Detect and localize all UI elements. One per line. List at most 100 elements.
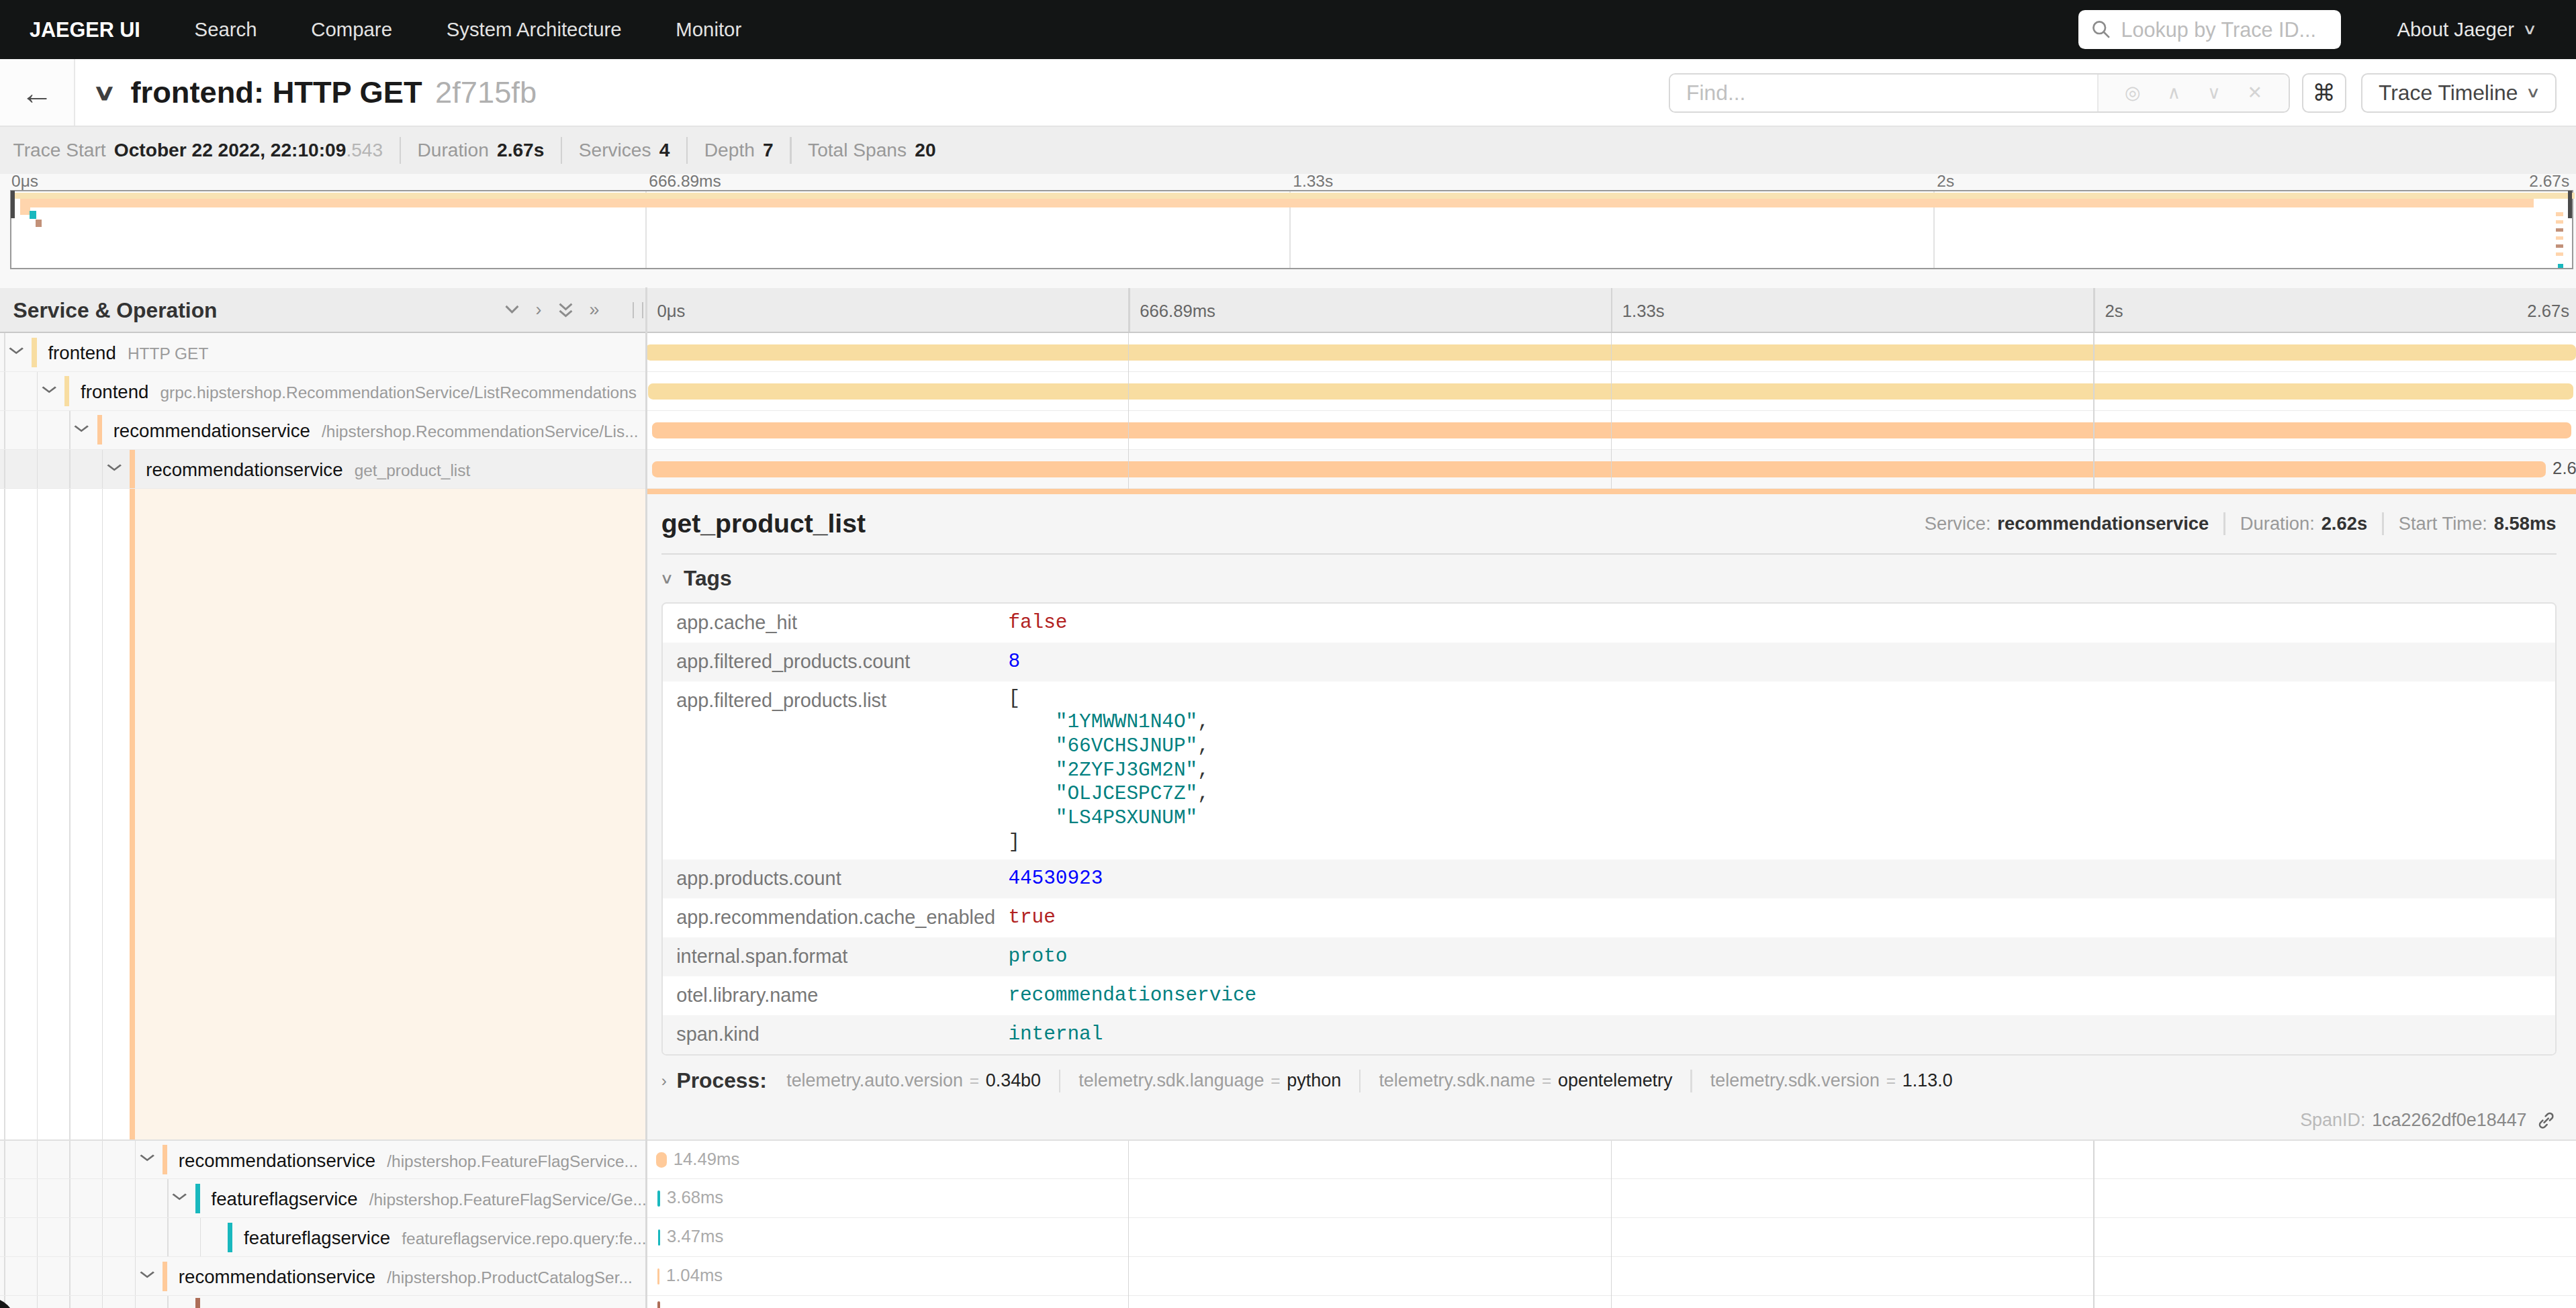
process-section-toggle[interactable]: ›Process:telemetry.auto.version=0.34b0te… [661, 1068, 2557, 1093]
span-row-5[interactable]: 3.68ms featureflagservice/hipstershop.Fea… [0, 1179, 2576, 1218]
collapse-all-icon[interactable] [557, 300, 575, 320]
tag-row-app.cache_hit[interactable]: app.cache_hitfalse [663, 604, 2555, 643]
search-icon [2091, 19, 2111, 39]
minimap-left-scrubber[interactable] [11, 191, 15, 219]
span-row-6[interactable]: 3.47msfeatureflagservicefeatureflagservi… [0, 1218, 2576, 1257]
span-toggle-icon[interactable] [137, 1150, 158, 1166]
back-arrow-icon: ← [21, 74, 54, 111]
span-operation-name: featureflagservice.repo.query:fe... [402, 1229, 645, 1248]
span-row-3[interactable]: 2.62srecommendationserviceget_product_li… [0, 450, 2576, 489]
timeline-tick-label: 2.67s [2527, 288, 2569, 335]
span-name-cell[interactable]: recommendationservice/hipstershop.Produc… [0, 1257, 645, 1295]
span-service-name: recommendationservice [146, 450, 342, 488]
span-row-4[interactable]: 14.49msrecommendationservice/hipstershop… [0, 1141, 2576, 1180]
find-group: Find... ◎ ∧ ∨ ✕ [1669, 73, 2291, 113]
find-input[interactable]: Find... [1670, 75, 2097, 111]
about-jaeger-menu[interactable]: About Jaeger ∨ [2397, 18, 2534, 41]
span-color-strip [195, 1298, 200, 1308]
minimap-right-scrubber[interactable] [2568, 191, 2572, 219]
minimap-span-bar [20, 207, 30, 215]
span-detail-card: get_product_list Service:recommendations… [645, 489, 2576, 1139]
span-operation-name: /hipstershop.ProductCatalogSer... [387, 1268, 633, 1287]
tag-row-internal.span.format[interactable]: internal.span.formatproto [663, 937, 2555, 976]
tag-key: app.recommendation.cache_enabled [663, 898, 1009, 937]
span-row-8[interactable] [0, 1296, 2576, 1308]
expand-one-icon[interactable]: › [536, 299, 542, 320]
trace-minimap[interactable]: 0μs666.89ms1.33s2s2.67s [0, 174, 2576, 288]
span-color-strip [163, 1262, 167, 1291]
tag-row-app.filtered_products.count[interactable]: app.filtered_products.count8 [663, 643, 2555, 682]
span-name-cell[interactable]: recommendationserviceget_product_list [0, 450, 645, 488]
span-duration-bar[interactable] [657, 1190, 660, 1207]
prev-result-icon[interactable]: ∧ [2167, 82, 2180, 103]
app-logo[interactable]: JAEGER UI [30, 18, 140, 42]
column-resizer[interactable] [633, 302, 643, 318]
span-name-cell[interactable]: frontendHTTP GET [0, 333, 645, 371]
focus-icon[interactable]: ◎ [2125, 82, 2140, 103]
span-toggle-icon[interactable] [71, 421, 92, 436]
trace-depth: Depth7 [704, 140, 774, 161]
copy-link-icon[interactable] [2536, 1111, 2556, 1130]
span-duration-bar[interactable] [652, 461, 2546, 477]
tag-value: recommendationservice [1008, 976, 1256, 1015]
span-duration-label: 1.04ms [666, 1257, 723, 1295]
tag-key: span.kind [663, 1015, 1009, 1054]
next-result-icon[interactable]: ∨ [2207, 82, 2221, 103]
span-operation-name: /hipstershop.FeatureFlagService... [387, 1152, 638, 1171]
span-operation-name: grpc.hipstershop.RecommendationService/L… [160, 383, 637, 402]
span-operation-name: HTTP GET [128, 344, 208, 363]
span-row-2[interactable]: recommendationservice/hipstershop.Recomm… [0, 411, 2576, 450]
span-toggle-icon[interactable] [169, 1189, 190, 1205]
minimap-span-bar [15, 193, 2574, 199]
span-name-cell[interactable]: featureflagservice/hipstershop.FeatureFl… [0, 1179, 645, 1217]
trace-id-short: 2f715fb [435, 75, 537, 109]
tag-row-otel.library.name[interactable]: otel.library.namerecommendationservice [663, 976, 2555, 1015]
trace-lookup-input[interactable]: Lookup by Trace ID... [2078, 10, 2341, 50]
nav-item-compare[interactable]: Compare [311, 18, 392, 41]
span-toggle-icon[interactable] [39, 382, 60, 398]
span-name-cell[interactable]: frontendgrpc.hipstershop.RecommendationS… [0, 372, 645, 410]
trace-title-bar: ← ∨ frontend: HTTP GET2f715fb Find... ◎ … [0, 59, 2576, 127]
span-name-cell[interactable]: recommendationservice/hipstershop.Recomm… [0, 411, 645, 449]
span-toggle-icon[interactable] [137, 1267, 158, 1282]
span-duration-bar[interactable] [657, 1268, 659, 1284]
nav-item-search[interactable]: Search [195, 18, 257, 41]
span-row-1[interactable]: frontendgrpc.hipstershop.RecommendationS… [0, 372, 2576, 411]
tag-row-span.kind[interactable]: span.kindinternal [663, 1015, 2555, 1054]
expand-all-icon[interactable]: » [589, 299, 599, 320]
tag-row-app.products.count[interactable]: app.products.count44530923 [663, 859, 2555, 898]
span-name-cell[interactable] [0, 1296, 645, 1308]
span-duration-bar[interactable] [656, 1152, 667, 1168]
keyboard-shortcuts-button[interactable]: ⌘ [2302, 73, 2346, 113]
nav-item-monitor[interactable]: Monitor [676, 18, 741, 41]
span-toggle-icon[interactable] [104, 459, 125, 475]
nav-item-system-architecture[interactable]: System Architecture [447, 18, 622, 41]
command-icon: ⌘ [2312, 79, 2335, 106]
tags-section-toggle[interactable]: ∨Tags [661, 566, 2557, 591]
trace-total-spans: Total Spans20 [808, 140, 936, 161]
collapse-one-icon[interactable] [503, 301, 521, 319]
about-jaeger-label: About Jaeger [2397, 18, 2514, 41]
span-duration-label: 3.68ms [667, 1179, 723, 1217]
span-row-0[interactable]: frontendHTTP GET [0, 333, 2576, 372]
chevron-down-icon: ∨ [659, 570, 674, 588]
timeline-tick-label: 0μs [657, 288, 686, 335]
span-duration-bar[interactable] [657, 1301, 660, 1308]
span-name-cell[interactable]: recommendationservice/hipstershop.Featur… [0, 1141, 645, 1179]
span-toggle-icon[interactable] [6, 343, 27, 359]
view-selector-button[interactable]: Trace Timeline ∨ [2361, 73, 2557, 113]
span-name-cell[interactable]: featureflagservicefeatureflagservice.rep… [0, 1218, 645, 1256]
span-operation-name: /hipstershop.RecommendationService/Lis..… [322, 422, 639, 441]
tag-value: 8 [1008, 643, 1020, 682]
span-row-7[interactable]: 1.04ms recommendationservice/hipstershop.… [0, 1257, 2576, 1296]
tag-row-app.filtered_products.list[interactable]: app.filtered_products.list[ "1YMWWN1N4O"… [663, 682, 2555, 859]
column-divider[interactable] [645, 287, 647, 1308]
clear-search-icon[interactable]: ✕ [2247, 82, 2262, 103]
tag-row-app.recommendation.cache_enabled[interactable]: app.recommendation.cache_enabledtrue [663, 898, 2555, 937]
tag-value: 44530923 [1008, 859, 1103, 898]
top-nav: JAEGER UI Search Compare System Architectu… [0, 0, 2576, 59]
span-duration-bar[interactable] [658, 1229, 661, 1246]
minimap-canvas[interactable] [10, 190, 2573, 269]
trace-collapse-icon[interactable]: ∨ [93, 79, 117, 105]
back-button[interactable]: ← [0, 59, 75, 126]
